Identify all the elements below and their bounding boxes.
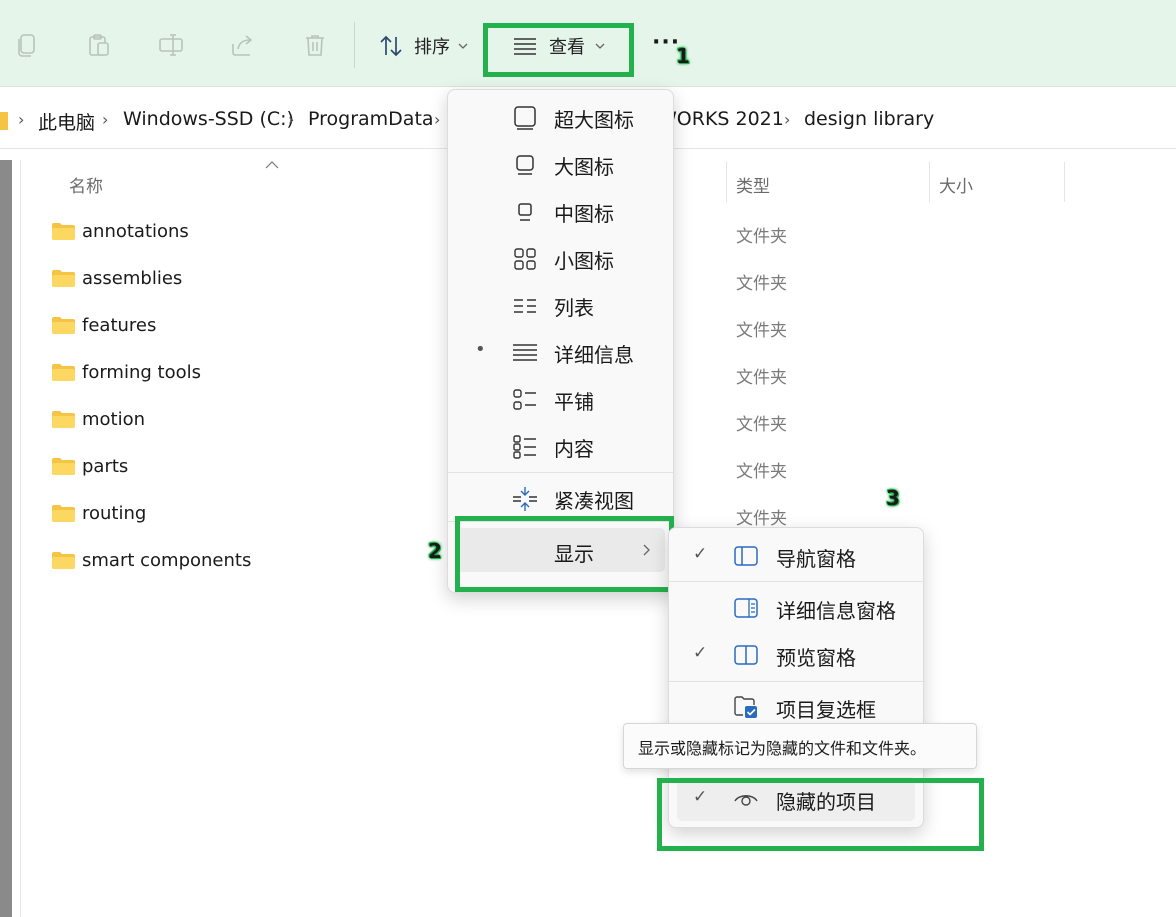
breadcrumb-chevron-icon: › (102, 110, 109, 129)
selected-bullet: • (475, 339, 486, 360)
menu-item-tiles[interactable]: 平铺 (448, 378, 673, 422)
column-header-name[interactable]: 名称 (69, 172, 103, 197)
folder-icon (52, 270, 75, 287)
folder-icon (0, 112, 8, 130)
item-checkbox-icon (734, 696, 757, 718)
column-separator[interactable] (1064, 162, 1065, 202)
menu-item-small-icons[interactable]: 小图标 (448, 237, 673, 281)
column-separator[interactable] (929, 162, 930, 202)
file-type: 文件夹 (736, 415, 787, 435)
column-header-type[interactable]: 类型 (736, 172, 770, 197)
folder-icon (52, 223, 75, 240)
file-name: routing (82, 503, 147, 524)
folder-icon (52, 458, 75, 475)
highlight-show-item (455, 516, 674, 592)
annotation-1: 1 (676, 44, 690, 68)
rename-button[interactable] (158, 32, 184, 58)
file-name: assemblies (82, 268, 183, 289)
file-type: 文件夹 (736, 274, 787, 294)
column-header-size[interactable]: 大小 (939, 172, 973, 197)
copy-icon (18, 34, 35, 57)
medium-icons-icon (518, 203, 532, 221)
file-type: 文件夹 (736, 321, 787, 341)
highlight-view-button (483, 23, 634, 77)
sort-arrows-icon (380, 35, 402, 57)
menu-item-large-icons[interactable]: 大图标 (448, 143, 673, 187)
paste-icon (89, 34, 109, 56)
file-name: motion (82, 409, 146, 430)
file-type: 文件夹 (736, 368, 787, 388)
chevron-down-icon (458, 43, 468, 49)
file-name: annotations (82, 221, 189, 242)
delete-button[interactable] (302, 32, 328, 58)
paste-button[interactable] (86, 32, 112, 58)
file-type: 文件夹 (736, 462, 787, 482)
menu-separator (669, 681, 923, 682)
file-name: features (82, 315, 157, 336)
folder-icon (52, 552, 75, 569)
small-icons-icon (514, 248, 536, 270)
delete-icon (306, 35, 324, 56)
annotation-3: 3 (886, 486, 900, 510)
menu-item-details[interactable]: • 详细信息 (448, 331, 673, 375)
share-icon (232, 35, 253, 56)
toolbar-divider (354, 22, 355, 68)
tooltip: 显示或隐藏标记为隐藏的文件和文件夹。 (623, 723, 977, 769)
menu-item-navigation-pane[interactable]: ✓ 导航窗格 (669, 534, 923, 578)
pane-divider (20, 160, 21, 917)
folder-icon (52, 317, 75, 334)
extra-large-icons-icon (514, 106, 536, 130)
navigation-pane-icon (734, 546, 758, 566)
checkmark-icon: ✓ (693, 643, 708, 663)
breadcrumb-item[interactable]: design library (804, 108, 934, 130)
navigation-pane-edge[interactable] (0, 160, 12, 917)
file-type: 文件夹 (736, 509, 787, 529)
breadcrumb-chevron-icon: › (18, 110, 25, 129)
preview-pane-icon (734, 645, 758, 665)
folder-icon (52, 364, 75, 381)
copy-button[interactable] (14, 32, 40, 58)
file-type: 文件夹 (736, 227, 787, 247)
breadcrumb-item[interactable]: WORKS 2021 (658, 108, 784, 130)
column-separator[interactable] (726, 162, 727, 202)
annotation-2: 2 (428, 539, 442, 563)
menu-item-compact-view[interactable]: 紧凑视图 (448, 477, 673, 521)
folder-icon (52, 505, 75, 522)
sort-button[interactable]: 排序 (378, 33, 468, 59)
details-pane-icon (734, 598, 758, 618)
menu-separator (669, 581, 923, 582)
file-name: parts (82, 456, 129, 477)
menu-item-extra-large-icons[interactable]: 超大图标 (448, 96, 673, 140)
file-name: forming tools (82, 362, 201, 383)
breadcrumb-chevron-icon: › (784, 110, 791, 129)
folder-icon (52, 411, 75, 428)
breadcrumb-item[interactable]: Windows-SSD (C:) (123, 108, 294, 130)
sort-label: 排序 (414, 37, 450, 58)
menu-separator (448, 472, 673, 473)
breadcrumb-item[interactable]: 此电脑 (38, 108, 95, 135)
share-button[interactable] (230, 32, 256, 58)
menu-item-preview-pane[interactable]: ✓ 预览窗格 (669, 633, 923, 677)
checkmark-icon: ✓ (693, 544, 708, 564)
sort-ascending-icon (265, 161, 279, 169)
menu-item-details-pane[interactable]: 详细信息窗格 (669, 586, 923, 630)
tiles-view-icon (513, 389, 536, 410)
content-view-icon (513, 435, 536, 459)
breadcrumb-chevron-icon: › (288, 110, 295, 129)
file-name: smart components (82, 550, 252, 571)
highlight-hidden-items (657, 778, 984, 851)
rename-icon (159, 34, 183, 56)
large-icons-icon (516, 155, 534, 175)
menu-item-content[interactable]: 内容 (448, 425, 673, 469)
breadcrumb-chevron-icon: › (434, 110, 441, 129)
menu-item-list[interactable]: 列表 (448, 284, 673, 328)
tooltip-text: 显示或隐藏标记为隐藏的文件和文件夹。 (638, 739, 927, 758)
details-view-icon (513, 344, 537, 361)
compact-view-icon (513, 487, 537, 511)
menu-item-medium-icons[interactable]: 中图标 (448, 190, 673, 234)
breadcrumb-item[interactable]: ProgramData (308, 108, 434, 130)
list-view-icon (514, 299, 536, 313)
